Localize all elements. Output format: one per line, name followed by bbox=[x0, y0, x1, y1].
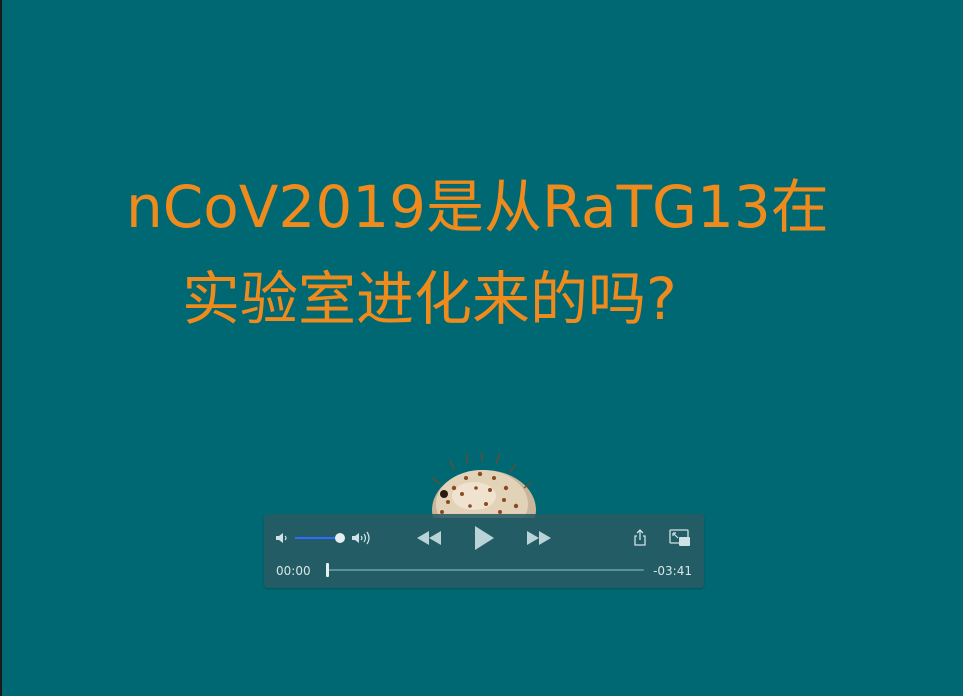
media-controls: 00:00 -03:41 bbox=[264, 514, 704, 588]
picture-in-picture-icon[interactable] bbox=[668, 528, 692, 548]
progress-scrubber[interactable] bbox=[326, 563, 644, 577]
elapsed-time: 00:00 bbox=[276, 564, 311, 578]
volume-fill bbox=[295, 537, 340, 539]
remaining-time: -03:41 bbox=[653, 564, 692, 578]
share-icon[interactable] bbox=[632, 528, 648, 548]
play-icon[interactable] bbox=[469, 523, 499, 553]
volume-low-icon[interactable] bbox=[274, 530, 290, 546]
pufferfish-icon bbox=[414, 448, 544, 518]
slide-title-line-1: nCoV2019是从RaTG13在 bbox=[126, 173, 829, 241]
fast-forward-icon[interactable] bbox=[524, 526, 554, 550]
slide-title-line-2: 实验室进化来的吗? bbox=[182, 265, 677, 333]
progress-track bbox=[326, 569, 644, 571]
playhead[interactable] bbox=[326, 563, 329, 577]
volume-high-icon[interactable] bbox=[350, 530, 374, 546]
video-frame[interactable]: nCoV2019是从RaTG13在 实验室进化来的吗? 00:00 -03:41 bbox=[0, 0, 963, 696]
volume-slider[interactable] bbox=[295, 533, 345, 543]
volume-knob[interactable] bbox=[335, 533, 345, 543]
rewind-icon[interactable] bbox=[414, 526, 444, 550]
